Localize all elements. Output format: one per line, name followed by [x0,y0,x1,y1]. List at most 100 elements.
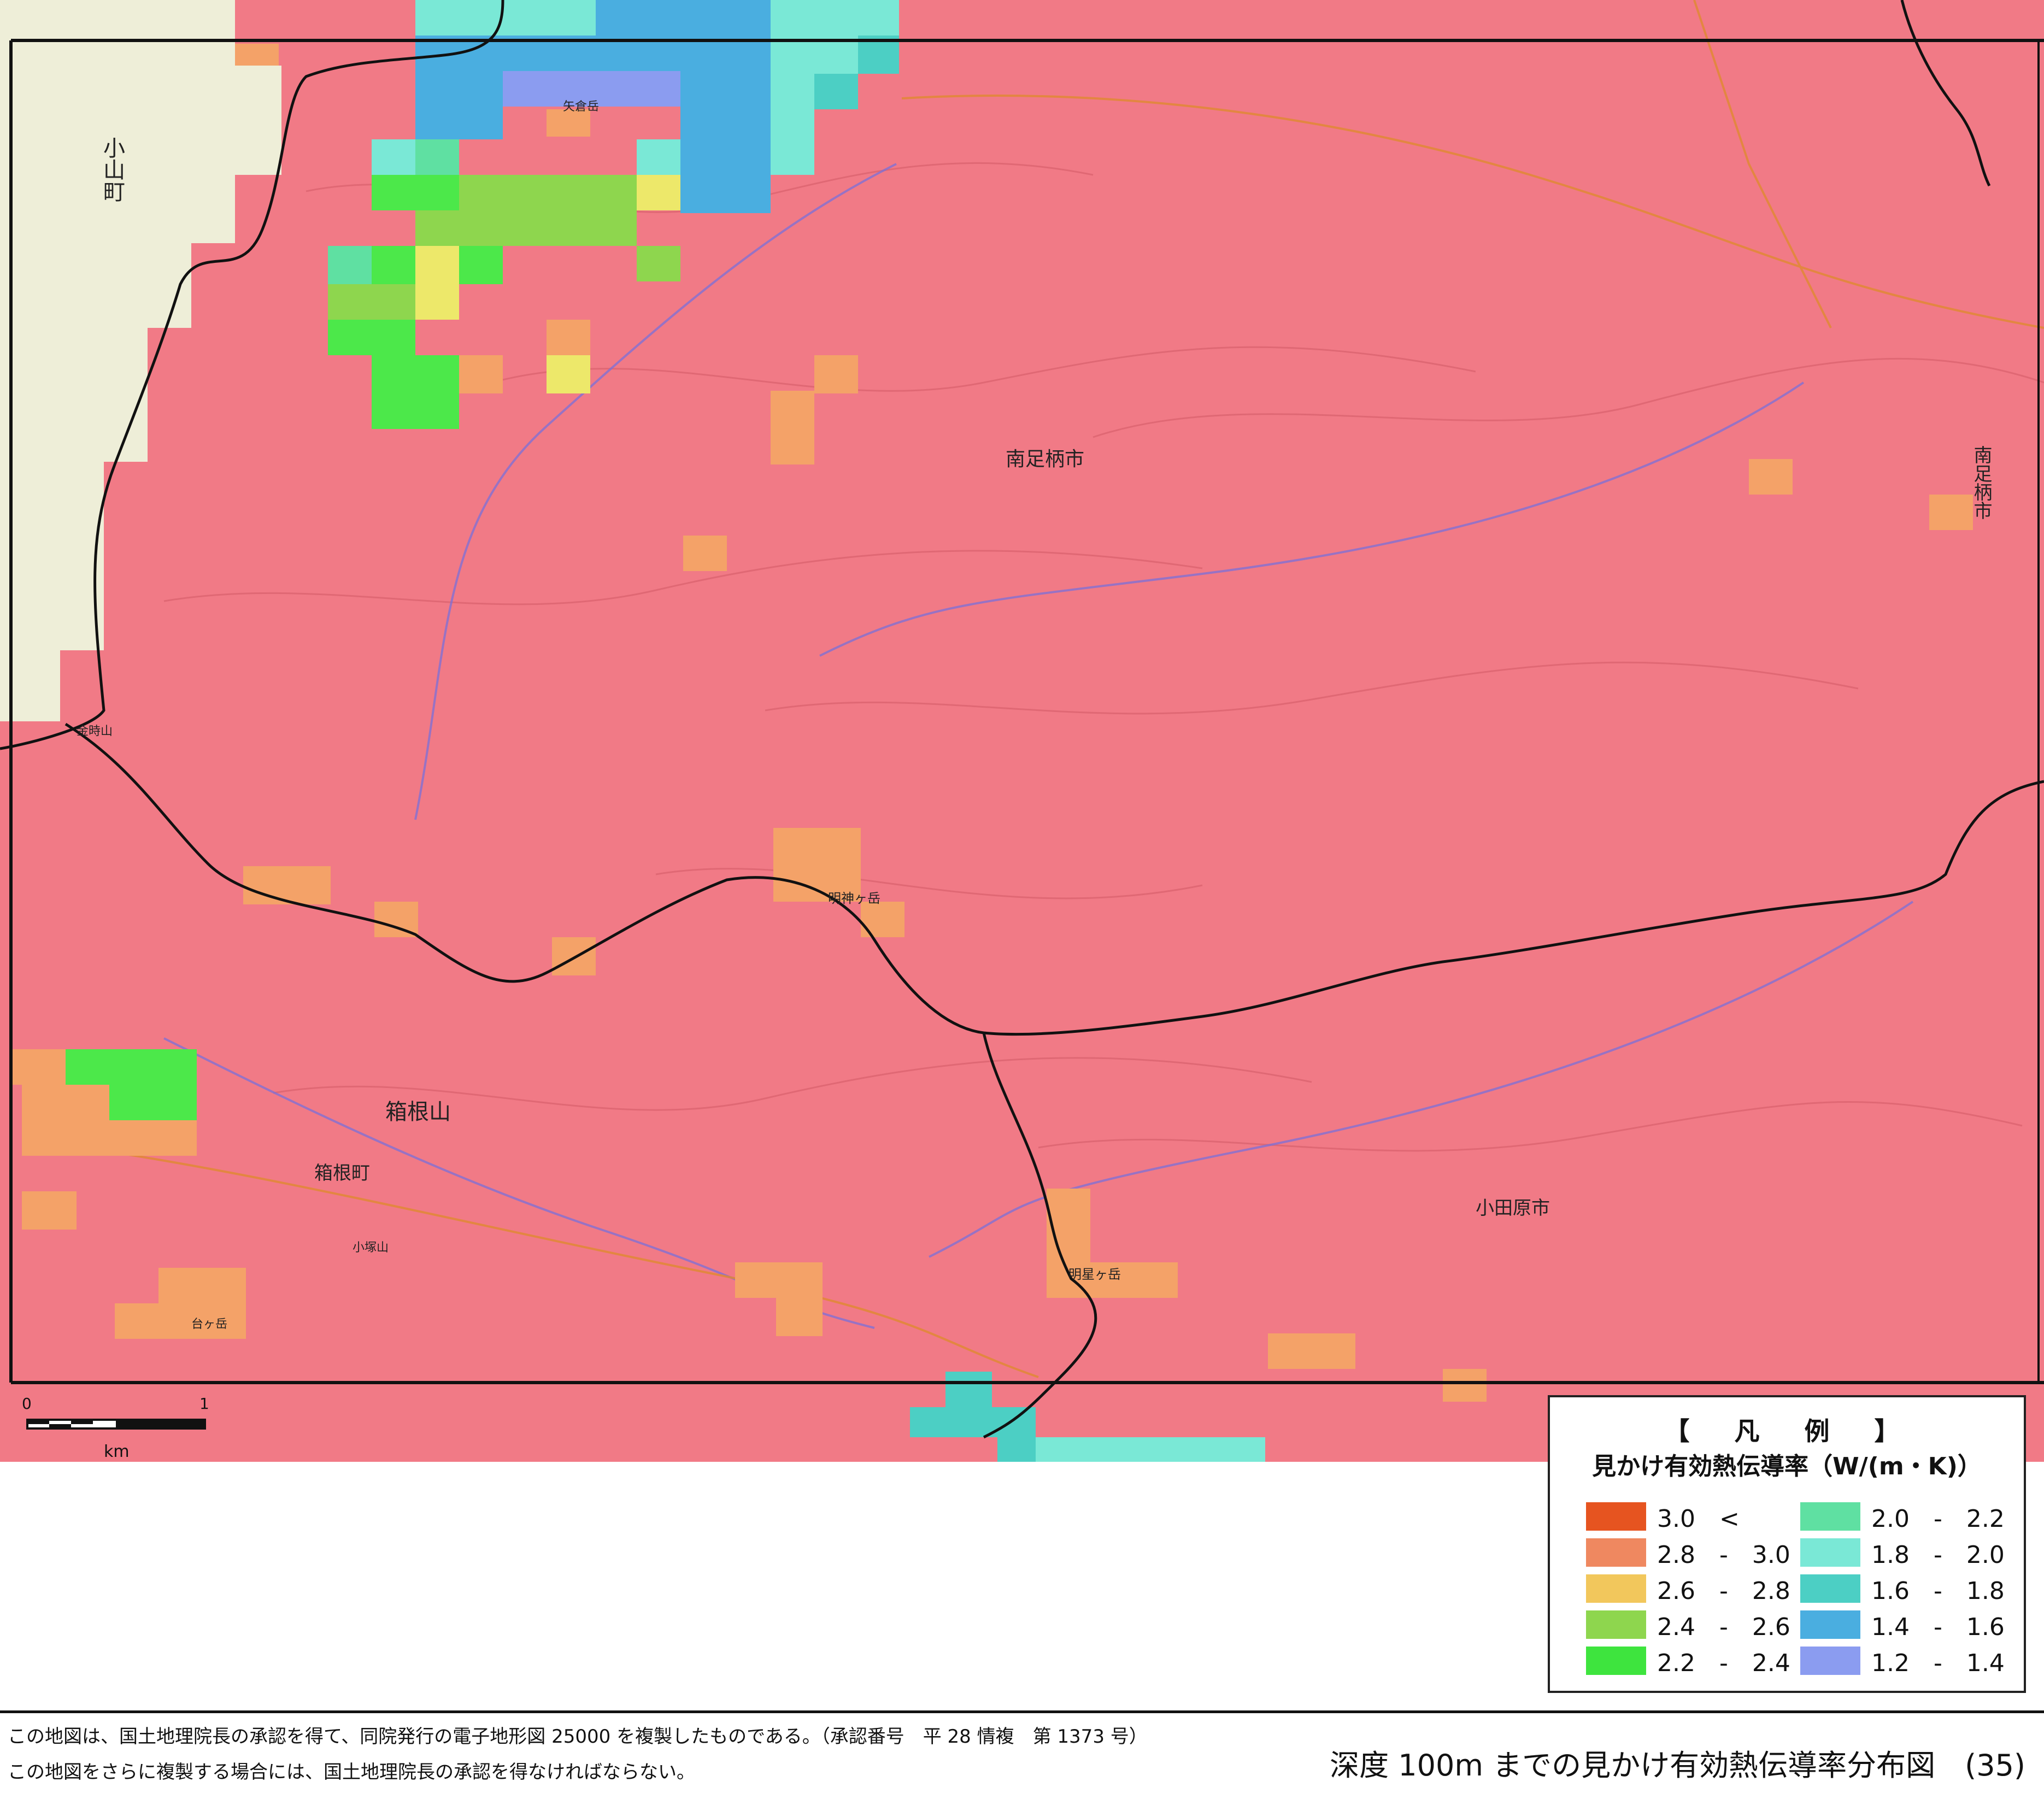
label-hakone-mountain: 箱根山 [385,1099,451,1125]
map-base [0,0,2044,1462]
legend-label: 3.0 < [1657,1505,1740,1533]
cell [637,246,680,281]
scale-end-label: 1 [199,1395,209,1413]
legend-label: 2.6 - 2.8 [1657,1577,1790,1605]
legend-swatch [1586,1647,1646,1675]
cell [328,284,415,320]
cell [735,1262,823,1298]
scale-bar-segment [116,1420,205,1428]
cell [1036,1437,1265,1462]
cell [637,175,680,210]
legend-label: 2.4 - 2.6 [1657,1613,1790,1641]
legend-label: 1.4 - 1.6 [1871,1613,2005,1641]
legend-item: 3.0 < [1586,1501,1740,1533]
cell [552,937,596,975]
scale-bar-segment [27,1420,49,1424]
cell [372,391,459,429]
cell [459,355,503,393]
legend-swatch [1586,1502,1646,1531]
legend-item: 1.8 - 2.0 [1800,1537,2005,1569]
legend-swatch [1586,1610,1646,1639]
cell [372,139,415,175]
cell [66,1049,197,1085]
label-peak-kintoki: 金時山 [77,725,113,738]
cell [590,71,680,107]
cell [776,1298,823,1336]
cell [596,0,771,36]
legend-item: 2.0 - 2.2 [1800,1501,2005,1533]
legend-subtitle: 見かけ有効熱伝導率（W/(m・K)） [1592,1453,1982,1480]
legend-swatch [1800,1574,1860,1603]
cell [997,1407,1036,1462]
figure-title: 深度 100m までの見かけ有効熱伝導率分布図 (35) [1330,1748,2025,1783]
legend-label: 1.2 - 1.4 [1871,1649,2005,1677]
label-odawara-city: 小田原市 [1476,1197,1550,1219]
cell [680,107,771,178]
legend-swatch [1586,1538,1646,1567]
legend-swatch [1586,1574,1646,1603]
cell [328,320,415,355]
cell [459,246,503,284]
cell [814,74,858,109]
scale-unit-label: km [104,1442,130,1461]
cell [415,210,637,246]
label-peak-yagura: 矢倉岳 [563,100,599,114]
cell [415,71,503,107]
cell [771,0,899,36]
label-minamiashigara-edge: 南足柄市 [1970,445,1992,520]
cell [771,109,814,175]
legend-label: 2.0 - 2.2 [1871,1505,2005,1533]
label-peak-myojin: 明神ヶ岳 [828,891,880,906]
legend-item: 2.8 - 3.0 [1586,1537,1790,1569]
legend-item: 1.4 - 1.6 [1800,1609,2005,1641]
legend-label: 1.8 - 2.0 [1871,1541,2005,1569]
cell [637,139,680,175]
legend-item: 1.2 - 1.4 [1800,1645,2005,1677]
label-oyama-town: 小山町 [99,137,125,202]
cell [1749,459,1793,495]
legend-item: 1.6 - 1.8 [1800,1573,2005,1605]
scale-bar: 0 1 km [11,1388,230,1462]
scale-start-label: 0 [22,1395,32,1413]
legend-label: 2.2 - 2.4 [1657,1649,1790,1677]
cell [1268,1333,1355,1369]
legend: 【 凡 例 】 見かけ有効熱伝導率（W/(m・K)） 3.0 < 2.8 - 3… [1548,1395,2026,1693]
cell [547,355,590,393]
cell [1929,495,1973,530]
cell [328,246,372,284]
cell [235,44,279,66]
cell [910,1407,997,1437]
cell [415,139,459,175]
cell [372,355,459,391]
cell [415,107,503,139]
legend-label: 1.6 - 1.8 [1871,1577,2005,1605]
cell [22,1191,77,1230]
cell [771,391,814,464]
cell [683,536,727,571]
legend-swatch [1800,1647,1860,1675]
legend-item: 2.4 - 2.6 [1586,1609,1790,1641]
cell [11,1049,66,1085]
cell [1443,1369,1487,1402]
legend-item: 2.2 - 2.4 [1586,1645,1790,1677]
cell [372,175,459,210]
legend-item: 2.6 - 2.8 [1586,1573,1790,1605]
cell [415,246,459,320]
label-peak-daigatake: 台ヶ岳 [191,1318,227,1331]
label-peak-kozuka: 小塚山 [353,1241,389,1255]
cell [243,866,331,904]
copyright-note-line1: この地図は、国土地理院長の承認を得て、同院発行の電子地形図 25000 を複製し… [8,1726,1148,1748]
legend-swatch [1800,1502,1860,1531]
legend-swatch [1800,1610,1860,1639]
cell [945,1372,992,1407]
cell [372,246,415,284]
legend-swatch [1800,1538,1860,1567]
label-minamiashigara-city: 南足柄市 [1006,448,1084,471]
footer-divider [0,1710,2044,1713]
cell [109,1085,197,1120]
scale-bar-segment [71,1420,93,1424]
cell [814,355,858,393]
legend-label: 2.8 - 3.0 [1657,1541,1790,1569]
cell [415,0,596,36]
cell [680,178,771,213]
